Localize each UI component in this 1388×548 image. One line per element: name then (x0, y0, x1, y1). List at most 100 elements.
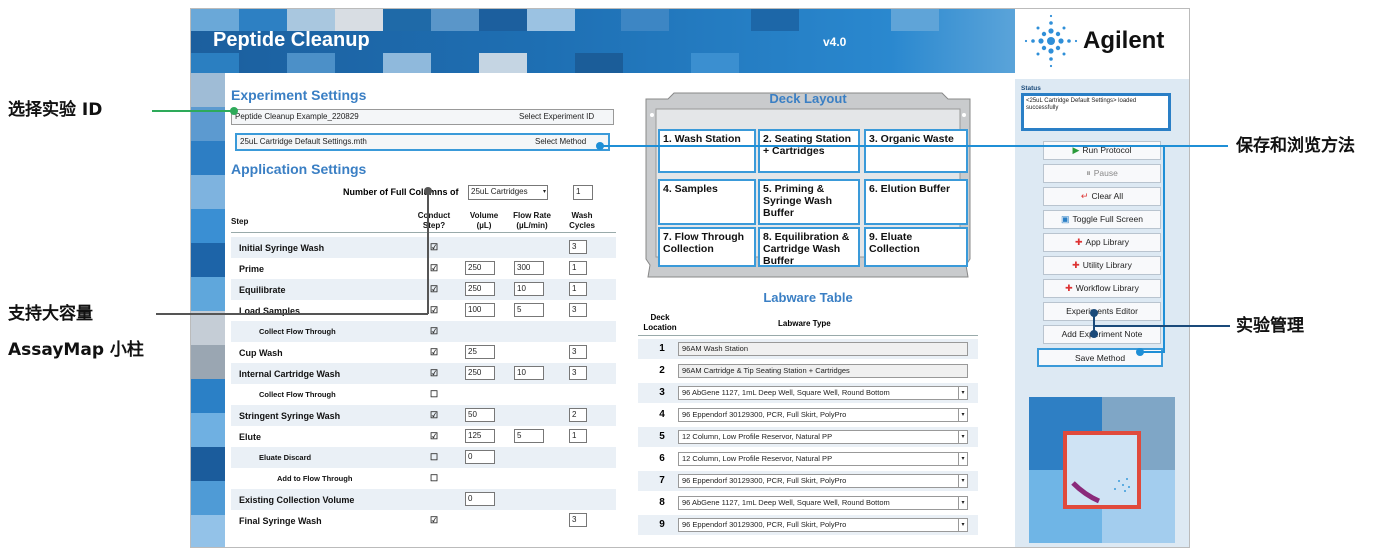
experiment-settings-title: Experiment Settings (231, 87, 367, 103)
brand-name: Agilent (1083, 27, 1165, 54)
volume-input[interactable]: 250 (465, 282, 495, 296)
labware-type-select[interactable]: 96 Eppendorf 30129300, PCR, Full Skirt, … (678, 474, 968, 488)
conduct-step-checkbox[interactable]: ☑ (429, 326, 439, 336)
conduct-step-checkbox[interactable]: ☑ (429, 263, 439, 273)
utility-library-button[interactable]: ✚ Utility Library (1043, 256, 1161, 275)
deck-position-8[interactable]: 8. Equilibration & Cartridge Wash Buffer (758, 227, 860, 267)
wash-cycles-input[interactable]: 3 (569, 345, 587, 359)
volume-input[interactable]: 250 (465, 366, 495, 380)
num-columns-label: Number of Full Columns of (343, 187, 459, 197)
select-method-button[interactable]: Select Method (535, 135, 586, 149)
labware-table: Labware Table Deck Location Labware Type… (638, 285, 978, 547)
run-protocol-button[interactable]: ▶ Run Protocol (1043, 141, 1161, 160)
add-experiment-note-button[interactable]: Add Experiment Note (1043, 325, 1161, 344)
workflow-library-button[interactable]: ✚ Workflow Library (1043, 279, 1161, 298)
conduct-step-checkbox[interactable]: ☑ (429, 515, 439, 525)
wash-cycles-input[interactable]: 1 (569, 261, 587, 275)
deck-location-number: 4 (659, 409, 665, 420)
volume-input[interactable]: 50 (465, 408, 495, 422)
volume-input[interactable]: 250 (465, 261, 495, 275)
app-banner: Peptide Cleanup v4.0 Agilent (191, 9, 1189, 73)
deck-position-6[interactable]: 6. Elution Buffer (864, 179, 968, 225)
conduct-step-checkbox[interactable]: ☑ (429, 368, 439, 378)
deck-position-5[interactable]: 5. Priming & Syringe Wash Buffer (758, 179, 860, 225)
conduct-step-checkbox[interactable]: ☑ (429, 431, 439, 441)
deck-position-9[interactable]: 9. Eluate Collection (864, 227, 968, 267)
labware-row: 3 96 AbGene 1127, 1mL Deep Well, Square W… (638, 383, 978, 403)
header-divider (231, 232, 616, 233)
deck-location-number: 9 (659, 519, 665, 530)
flow-rate-input[interactable]: 5 (514, 429, 544, 443)
experiments-editor-button[interactable]: Experiments Editor (1043, 302, 1161, 321)
toggle-full-screen-button[interactable]: ▣ Toggle Full Screen (1043, 210, 1161, 229)
callout-save-browse: 保存和浏览方法 (1236, 136, 1355, 156)
chevron-down-icon: ▾ (958, 497, 967, 509)
status-label: Status (1021, 85, 1041, 92)
wash-cycles-input[interactable]: 3 (569, 513, 587, 527)
volume-input[interactable]: 125 (465, 429, 495, 443)
deck-position-3[interactable]: 3. Organic Waste (864, 129, 968, 173)
deck-position-1[interactable]: 1. Wash Station (658, 129, 756, 173)
labware-type-select[interactable]: 96 Eppendorf 30129300, PCR, Full Skirt, … (678, 518, 968, 532)
pause-button[interactable]: ⏸ Pause (1043, 164, 1161, 183)
flow-rate-input[interactable]: 10 (514, 282, 544, 296)
labware-type-value: 96 Eppendorf 30129300, PCR, Full Skirt, … (682, 520, 847, 529)
labware-type-select[interactable]: 12 Column, Low Profile Reservor, Natural… (678, 452, 968, 466)
cartridge-type-select[interactable]: 25uL Cartridges ▾ (468, 185, 548, 200)
flow-rate-input[interactable]: 10 (514, 366, 544, 380)
step-label: Prime (239, 264, 265, 274)
conduct-step-checkbox[interactable]: ☐ (429, 389, 439, 399)
conduct-step-checkbox[interactable]: ☑ (429, 242, 439, 252)
labware-row: 7 96 Eppendorf 30129300, PCR, Full Skirt,… (638, 471, 978, 491)
labware-type-select[interactable]: 96 AbGene 1127, 1mL Deep Well, Square We… (678, 496, 968, 510)
callout-dot-save-browse (596, 142, 604, 150)
flow-rate-input[interactable]: 5 (514, 303, 544, 317)
conduct-step-checkbox[interactable]: ☐ (429, 452, 439, 462)
deck-location-number: 8 (659, 497, 665, 508)
wash-cycles-input[interactable]: 2 (569, 408, 587, 422)
plus-icon: ✚ (1074, 237, 1083, 247)
method-value: 25uL Cartridge Default Settings.mth (240, 137, 367, 146)
labware-row: 2 96AM Cartridge & Tip Seating Station + … (638, 361, 978, 381)
step-row: Add to Flow Through ☐ (231, 468, 616, 489)
col-labware-type-header: Labware Type (778, 319, 831, 328)
labware-header-divider (638, 335, 978, 336)
conduct-step-checkbox[interactable]: ☑ (429, 347, 439, 357)
labware-type-select[interactable]: 96 Eppendorf 30129300, PCR, Full Skirt, … (678, 408, 968, 422)
wash-cycles-input[interactable]: 3 (569, 366, 587, 380)
conduct-step-checkbox[interactable] (429, 494, 439, 504)
conduct-step-checkbox[interactable]: ☑ (429, 305, 439, 315)
wash-cycles-input[interactable]: 1 (569, 429, 587, 443)
flow-rate-input[interactable]: 300 (514, 261, 544, 275)
labware-type-select[interactable]: 12 Column, Low Profile Reservor, Natural… (678, 430, 968, 444)
conduct-step-checkbox[interactable]: ☑ (429, 284, 439, 294)
step-label: Collect Flow Through (259, 327, 336, 336)
wash-cycles-input[interactable]: 1 (569, 282, 587, 296)
deck-position-4[interactable]: 4. Samples (658, 179, 756, 225)
conduct-step-checkbox[interactable]: ☐ (429, 473, 439, 483)
volume-input[interactable]: 25 (465, 345, 495, 359)
conduct-step-checkbox[interactable]: ☑ (429, 410, 439, 420)
volume-input[interactable]: 0 (465, 450, 495, 464)
app-library-button[interactable]: ✚ App Library (1043, 233, 1161, 252)
wash-cycles-input[interactable]: 3 (569, 240, 587, 254)
labware-row: 5 12 Column, Low Profile Reservor, Natura… (638, 427, 978, 447)
select-experiment-id-button[interactable]: Select Experiment ID (519, 110, 594, 124)
col-conduct-header: Conduct Step? (417, 211, 451, 230)
labware-type-select[interactable]: 96 AbGene 1127, 1mL Deep Well, Square We… (678, 386, 968, 400)
col-volume-header: Volume (µL) (469, 211, 499, 230)
deck-position-7[interactable]: 7. Flow Through Collection (658, 227, 756, 267)
clear-icon: ↵ (1080, 191, 1089, 201)
chevron-down-icon: ▾ (958, 475, 967, 487)
clear-all-button[interactable]: ↵ Clear All (1043, 187, 1161, 206)
pause-label: Pause (1093, 168, 1118, 178)
labware-row: 8 96 AbGene 1127, 1mL Deep Well, Square W… (638, 493, 978, 513)
clear-all-label: Clear All (1091, 191, 1124, 201)
deck-location-number: 7 (659, 475, 665, 486)
step-row: Initial Syringe Wash ☑ 3 (231, 237, 616, 258)
volume-input[interactable]: 100 (465, 303, 495, 317)
wash-cycles-input[interactable]: 3 (569, 303, 587, 317)
num-columns-input[interactable]: 1 (573, 185, 593, 200)
volume-input[interactable]: 0 (465, 492, 495, 506)
deck-position-2[interactable]: 2. Seating Station + Cartridges (758, 129, 860, 173)
